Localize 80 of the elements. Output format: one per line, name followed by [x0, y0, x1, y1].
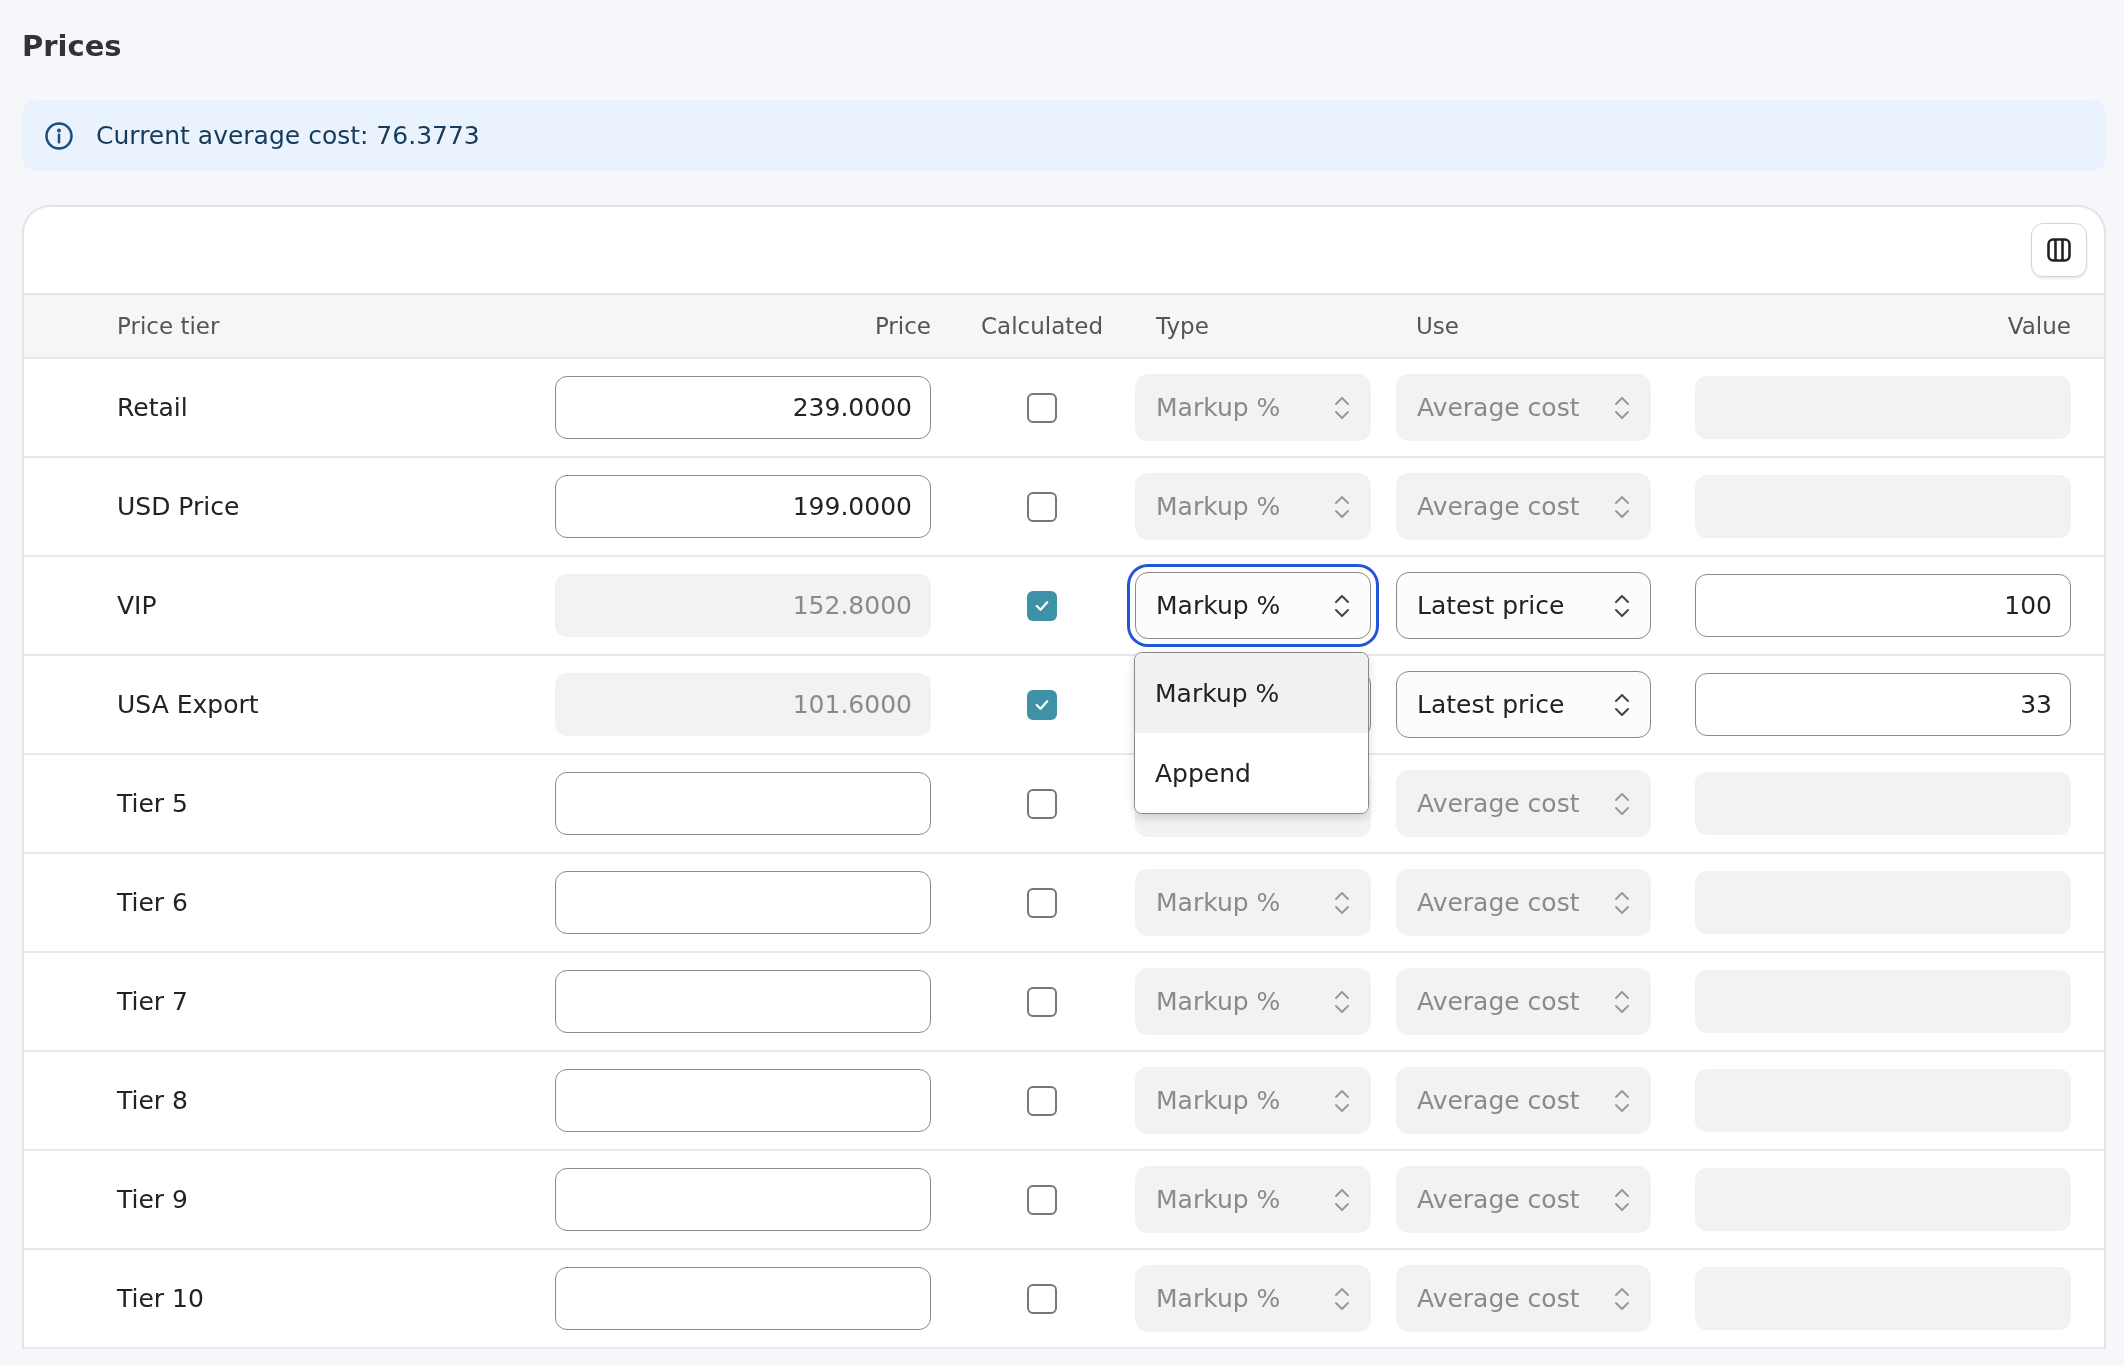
price-field[interactable] [555, 1267, 931, 1330]
calculated-checkbox[interactable] [1027, 887, 1057, 918]
menu-option[interactable]: Markup % [1135, 653, 1368, 733]
tier-name: Tier 9 [116, 1185, 189, 1214]
column-header: Price [874, 313, 931, 339]
calculated-checkbox[interactable] [1027, 392, 1057, 423]
use-select[interactable]: Average cost [1396, 473, 1651, 540]
type-select[interactable]: Markup % [1135, 473, 1371, 540]
price-field[interactable]: 239.0000 [555, 376, 931, 439]
price-field[interactable] [555, 772, 931, 835]
value-field[interactable]: 33 [1695, 673, 2071, 736]
chevron-icon [1334, 988, 1350, 1015]
calculated-checkbox[interactable] [1027, 1085, 1057, 1116]
price-field[interactable]: 101.6000 [555, 673, 931, 736]
calculated-checkbox[interactable] [1027, 491, 1057, 522]
tier-name: VIP [116, 591, 158, 620]
column-header: Calculated [981, 313, 1103, 339]
calculated-checkbox[interactable] [1027, 590, 1057, 621]
price-field[interactable]: 199.0000 [555, 475, 931, 538]
tier-name: Retail [116, 393, 189, 422]
calculated-checkbox[interactable] [1027, 1184, 1057, 1215]
tier-name: Tier 10 [116, 1284, 205, 1313]
chevron-icon [1614, 493, 1630, 520]
use-select[interactable]: Average cost [1396, 968, 1651, 1035]
price-field[interactable]: 152.8000 [555, 574, 931, 637]
value-field[interactable]: 100 [1695, 574, 2071, 637]
tier-name: Tier 8 [116, 1086, 189, 1115]
use-select[interactable]: Average cost [1396, 1166, 1651, 1233]
column-header: Use [1415, 313, 1459, 339]
columns-icon [2045, 236, 2073, 264]
use-select[interactable]: Average cost [1396, 374, 1651, 441]
chevron-icon [1614, 394, 1630, 421]
tier-name: USA Export [116, 690, 260, 719]
chevron-icon [1614, 691, 1630, 718]
chevron-icon [1334, 889, 1350, 916]
price-field[interactable] [555, 970, 931, 1033]
column-header: Type [1155, 313, 1209, 339]
tier-name: Tier 5 [116, 789, 189, 818]
chevron-icon [1614, 1087, 1630, 1114]
chevron-icon [1614, 988, 1630, 1015]
price-field[interactable] [555, 1168, 931, 1231]
tier-name: Tier 7 [116, 987, 189, 1016]
tier-name: USD Price [116, 492, 241, 521]
type-select[interactable]: Markup % [1135, 968, 1371, 1035]
use-select[interactable]: Average cost [1396, 1067, 1651, 1134]
type-select[interactable]: Markup % [1135, 1067, 1371, 1134]
type-select[interactable]: Markup % [1135, 374, 1371, 441]
type-select[interactable]: Markup % [1135, 1166, 1371, 1233]
use-select[interactable]: Average cost [1396, 770, 1651, 837]
page-title: Prices [22, 28, 123, 65]
chevron-icon [1334, 394, 1350, 421]
calculated-checkbox[interactable] [1027, 689, 1057, 720]
notice-text: Current average cost: 76.3773 [96, 121, 480, 150]
column-header: Price tier [116, 313, 220, 339]
use-select[interactable]: Latest price [1396, 572, 1651, 639]
chevron-icon [1334, 1285, 1350, 1312]
chevron-icon [1614, 1186, 1630, 1213]
use-select[interactable]: Average cost [1396, 869, 1651, 936]
chevron-icon [1334, 1186, 1350, 1213]
price-field[interactable] [555, 871, 931, 934]
chevron-icon [1334, 493, 1350, 520]
calculated-checkbox[interactable] [1027, 788, 1057, 819]
columns-button[interactable] [2031, 223, 2087, 277]
chevron-icon [1334, 1087, 1350, 1114]
chevron-icon [1614, 889, 1630, 916]
type-select[interactable]: Markup % [1135, 1265, 1371, 1332]
calculated-checkbox[interactable] [1027, 986, 1057, 1017]
type-select[interactable]: Markup % [1135, 869, 1371, 936]
chevron-icon [1334, 592, 1350, 619]
chevron-icon [1614, 592, 1630, 619]
use-select[interactable]: Average cost [1396, 1265, 1651, 1332]
use-select[interactable]: Latest price [1396, 671, 1651, 738]
calculated-checkbox[interactable] [1027, 1283, 1057, 1314]
info-icon [44, 120, 74, 151]
tier-name: Tier 6 [116, 888, 189, 917]
chevron-icon [1614, 790, 1630, 817]
chevron-icon [1614, 1285, 1630, 1312]
price-field[interactable] [555, 1069, 931, 1132]
menu-option[interactable]: Append [1135, 733, 1368, 813]
column-header: Value [2007, 313, 2071, 339]
